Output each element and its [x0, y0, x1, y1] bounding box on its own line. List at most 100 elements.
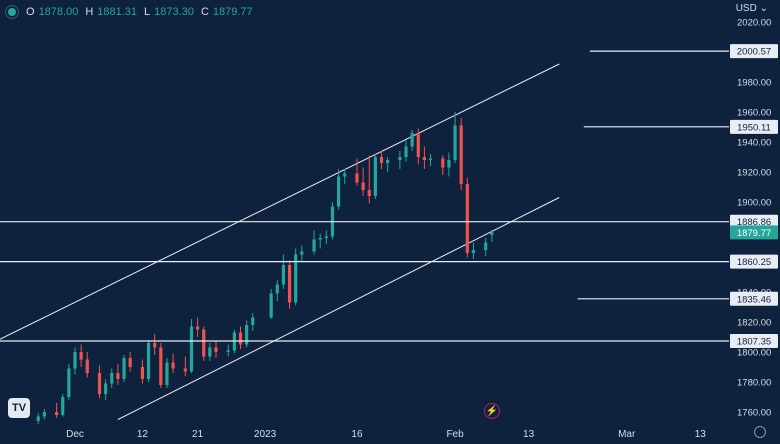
candle-body: [287, 265, 292, 303]
candle: [79, 344, 83, 367]
high-label: H: [85, 6, 94, 18]
candle: [336, 169, 341, 210]
price-axis[interactable]: USD ⌄ 2020.002000.001980.001960.001940.0…: [729, 0, 780, 444]
y-tick-label: 1900.00: [737, 198, 771, 209]
candle: [36, 413, 40, 424]
candle-body: [116, 373, 120, 379]
candle-body: [281, 265, 286, 285]
candle-body: [122, 358, 126, 379]
candle: [159, 343, 163, 388]
candle: [404, 140, 408, 162]
candle: [484, 238, 488, 256]
candle-body: [171, 362, 175, 369]
candle-body: [67, 368, 71, 397]
low-value: 1873.30: [154, 6, 194, 18]
candle-body: [465, 184, 469, 253]
candle-body: [189, 326, 194, 372]
candle: [300, 245, 304, 262]
candle-body: [379, 157, 384, 163]
candle-body: [312, 239, 316, 252]
status-dot: [8, 8, 16, 16]
open-label: O: [26, 6, 35, 18]
candle: [140, 359, 145, 384]
last-price-badge-label: 1879.77: [737, 228, 771, 239]
lightning-icon[interactable]: ⚡: [484, 403, 500, 419]
candle: [238, 326, 243, 349]
low-label: L: [144, 6, 151, 18]
candle: [110, 368, 114, 388]
candle-body: [85, 359, 89, 373]
candle: [42, 409, 46, 420]
candle: [73, 347, 77, 375]
y-tick-label: 2020.00: [737, 18, 771, 29]
y-tick-label: 1800.00: [737, 348, 771, 359]
candle-body: [214, 347, 218, 352]
candle-body: [208, 347, 212, 357]
candle-body: [373, 157, 377, 196]
candle-body: [484, 242, 488, 250]
candle: [410, 130, 414, 151]
candle-body: [318, 238, 322, 240]
candle: [67, 364, 71, 400]
gear-icon[interactable]: [754, 426, 766, 438]
candle: [202, 326, 206, 361]
price-chart[interactable]: Dec 12 21 2023 16 Feb 13 Mar 13: [0, 0, 780, 444]
y-tick-label: 1980.00: [737, 78, 771, 89]
candle-body: [146, 343, 151, 379]
candle-body: [343, 173, 347, 177]
x-tick-label: Dec: [66, 429, 84, 440]
candle: [165, 358, 169, 388]
candle: [465, 178, 469, 258]
candle-body: [355, 173, 359, 183]
candle: [379, 151, 384, 169]
candle: [441, 155, 445, 175]
candle-body: [42, 412, 46, 417]
candle-body: [73, 352, 77, 369]
candle: [196, 317, 200, 337]
candle-body: [490, 232, 494, 235]
candle-body: [336, 176, 341, 207]
close-label: C: [200, 6, 209, 18]
price-level-badge-label: 1807.35: [737, 336, 771, 347]
candle: [269, 289, 273, 319]
y-tick-label: 1960.00: [737, 108, 771, 119]
candle-body: [398, 157, 402, 160]
candle: [245, 320, 249, 348]
candle-body: [251, 317, 255, 325]
x-tick-label: 12: [137, 429, 149, 440]
candle: [251, 313, 255, 331]
candle-body: [238, 332, 243, 345]
price-level-badge-label: 1835.46: [737, 294, 771, 305]
candle-body: [361, 182, 365, 190]
candle: [416, 128, 420, 165]
open-value: 1878.00: [38, 6, 79, 18]
candle: [128, 352, 132, 372]
candle-body: [453, 125, 457, 160]
candle: [318, 233, 322, 249]
candle-body: [410, 133, 414, 147]
candle-body: [61, 397, 65, 415]
channel-upper-line: [0, 63, 560, 340]
candle-body: [324, 236, 328, 238]
candle: [324, 230, 328, 244]
candle-body: [159, 347, 163, 385]
x-tick-label: Mar: [618, 429, 636, 440]
tradingview-logo-icon[interactable]: TV: [8, 398, 30, 418]
candle: [226, 344, 230, 357]
candle-body: [55, 412, 59, 415]
candle: [183, 356, 187, 376]
candle-body: [386, 160, 390, 163]
candle: [447, 152, 451, 177]
candle: [153, 334, 157, 355]
candle: [428, 154, 433, 166]
candle-body: [404, 146, 408, 157]
y-tick-label: 1780.00: [737, 378, 771, 389]
candle-body: [110, 373, 114, 384]
candle: [294, 248, 298, 306]
candle-body: [275, 284, 279, 294]
candle-body: [202, 329, 206, 357]
y-tick-label: 1940.00: [737, 138, 771, 149]
candle-body: [422, 157, 427, 160]
candle-body: [196, 326, 200, 330]
candle-body: [79, 352, 83, 360]
